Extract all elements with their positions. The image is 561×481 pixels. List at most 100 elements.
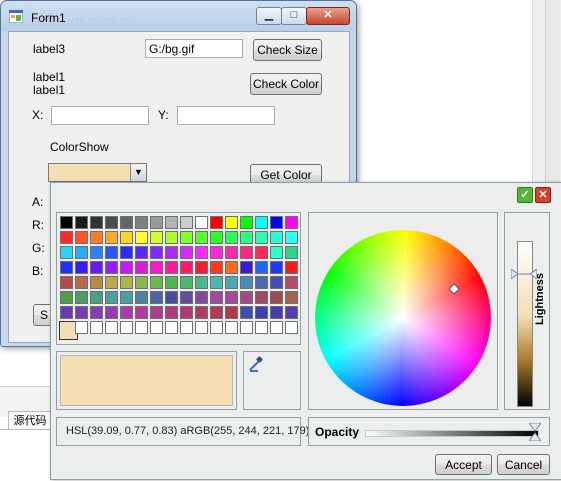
color-swatch[interactable] <box>75 231 88 244</box>
color-swatch[interactable] <box>270 231 283 244</box>
color-swatch[interactable] <box>135 321 148 334</box>
chevron-down-icon[interactable]: ▼ <box>130 164 146 181</box>
lightness-slider-track[interactable] <box>517 241 533 407</box>
color-swatch[interactable] <box>285 246 298 259</box>
color-swatch[interactable] <box>225 261 238 274</box>
color-swatch[interactable] <box>240 306 253 319</box>
color-swatch[interactable] <box>285 216 298 229</box>
eyedropper-icon[interactable] <box>248 356 264 374</box>
color-swatch[interactable] <box>165 276 178 289</box>
color-swatch[interactable] <box>75 246 88 259</box>
color-swatch[interactable] <box>150 291 163 304</box>
color-swatch[interactable] <box>75 261 88 274</box>
color-swatch[interactable] <box>135 306 148 319</box>
color-swatch[interactable] <box>240 261 253 274</box>
color-swatch[interactable] <box>225 216 238 229</box>
color-swatch[interactable] <box>180 216 193 229</box>
color-swatch[interactable] <box>240 291 253 304</box>
accept-button[interactable]: Accept <box>435 454 492 475</box>
color-swatch[interactable] <box>90 291 103 304</box>
color-swatch[interactable] <box>255 246 268 259</box>
check-icon[interactable]: ✓ <box>517 187 533 203</box>
color-swatch[interactable] <box>195 246 208 259</box>
color-swatch[interactable] <box>150 321 163 334</box>
color-swatch[interactable] <box>210 231 223 244</box>
color-swatch[interactable] <box>270 321 283 334</box>
check-color-button[interactable]: Check Color <box>250 73 322 95</box>
color-swatch[interactable] <box>135 231 148 244</box>
cancel-button[interactable]: Cancel <box>497 454 550 475</box>
color-swatch[interactable] <box>120 276 133 289</box>
color-swatch[interactable] <box>105 246 118 259</box>
color-swatch[interactable] <box>225 306 238 319</box>
color-swatch[interactable] <box>240 276 253 289</box>
color-swatch[interactable] <box>285 231 298 244</box>
color-swatch[interactable] <box>240 231 253 244</box>
color-swatch[interactable] <box>180 231 193 244</box>
color-swatch[interactable] <box>270 216 283 229</box>
color-swatch[interactable] <box>180 261 193 274</box>
color-swatch[interactable] <box>195 276 208 289</box>
color-swatch[interactable] <box>270 306 283 319</box>
color-swatch[interactable] <box>225 246 238 259</box>
color-swatch[interactable] <box>135 276 148 289</box>
color-swatch[interactable] <box>255 306 268 319</box>
color-swatch[interactable] <box>60 216 73 229</box>
color-swatch[interactable] <box>285 261 298 274</box>
color-swatch[interactable] <box>105 306 118 319</box>
color-swatch[interactable] <box>60 261 73 274</box>
color-swatch[interactable] <box>255 261 268 274</box>
color-swatch[interactable] <box>255 216 268 229</box>
color-swatch[interactable] <box>135 291 148 304</box>
color-swatch[interactable] <box>90 276 103 289</box>
color-swatch[interactable] <box>195 306 208 319</box>
color-swatch[interactable] <box>150 216 163 229</box>
color-swatch[interactable] <box>255 291 268 304</box>
color-swatch[interactable] <box>195 321 208 334</box>
color-swatch[interactable] <box>60 231 73 244</box>
color-swatch[interactable] <box>195 231 208 244</box>
close-icon[interactable]: ✕ <box>535 187 551 203</box>
color-swatch[interactable] <box>120 246 133 259</box>
color-swatch[interactable] <box>165 246 178 259</box>
color-swatch[interactable] <box>105 321 118 334</box>
source-code-tab[interactable]: 源代码 <box>8 411 52 430</box>
color-swatch[interactable] <box>105 276 118 289</box>
color-swatch[interactable] <box>285 276 298 289</box>
color-swatch[interactable] <box>135 261 148 274</box>
color-swatch[interactable] <box>60 291 73 304</box>
path-input[interactable]: G:/bg.gif <box>145 39 243 58</box>
color-swatch[interactable] <box>105 231 118 244</box>
color-swatch[interactable] <box>150 231 163 244</box>
color-swatch[interactable] <box>120 216 133 229</box>
color-swatch[interactable] <box>225 276 238 289</box>
color-swatch[interactable] <box>210 306 223 319</box>
color-swatch[interactable] <box>75 276 88 289</box>
color-swatch[interactable] <box>75 321 88 334</box>
color-swatch[interactable] <box>150 306 163 319</box>
color-swatch[interactable] <box>150 276 163 289</box>
color-swatch[interactable] <box>255 321 268 334</box>
color-swatch[interactable] <box>90 231 103 244</box>
color-swatch[interactable] <box>270 261 283 274</box>
color-swatch[interactable] <box>195 261 208 274</box>
color-swatch[interactable] <box>90 261 103 274</box>
color-swatch[interactable] <box>120 291 133 304</box>
color-swatch[interactable] <box>150 246 163 259</box>
color-swatch[interactable] <box>210 261 223 274</box>
color-swatch[interactable] <box>210 321 223 334</box>
color-swatch[interactable] <box>180 321 193 334</box>
color-swatch[interactable] <box>240 246 253 259</box>
color-swatch[interactable] <box>210 216 223 229</box>
color-swatch[interactable] <box>285 321 298 334</box>
color-swatch[interactable] <box>105 216 118 229</box>
color-swatch[interactable] <box>255 231 268 244</box>
color-swatch[interactable] <box>120 231 133 244</box>
color-swatch[interactable] <box>75 306 88 319</box>
color-swatch[interactable] <box>120 306 133 319</box>
color-swatch[interactable] <box>270 291 283 304</box>
color-swatch[interactable] <box>135 216 148 229</box>
color-swatch[interactable] <box>90 216 103 229</box>
y-input[interactable] <box>177 106 275 125</box>
color-swatch[interactable] <box>195 216 208 229</box>
